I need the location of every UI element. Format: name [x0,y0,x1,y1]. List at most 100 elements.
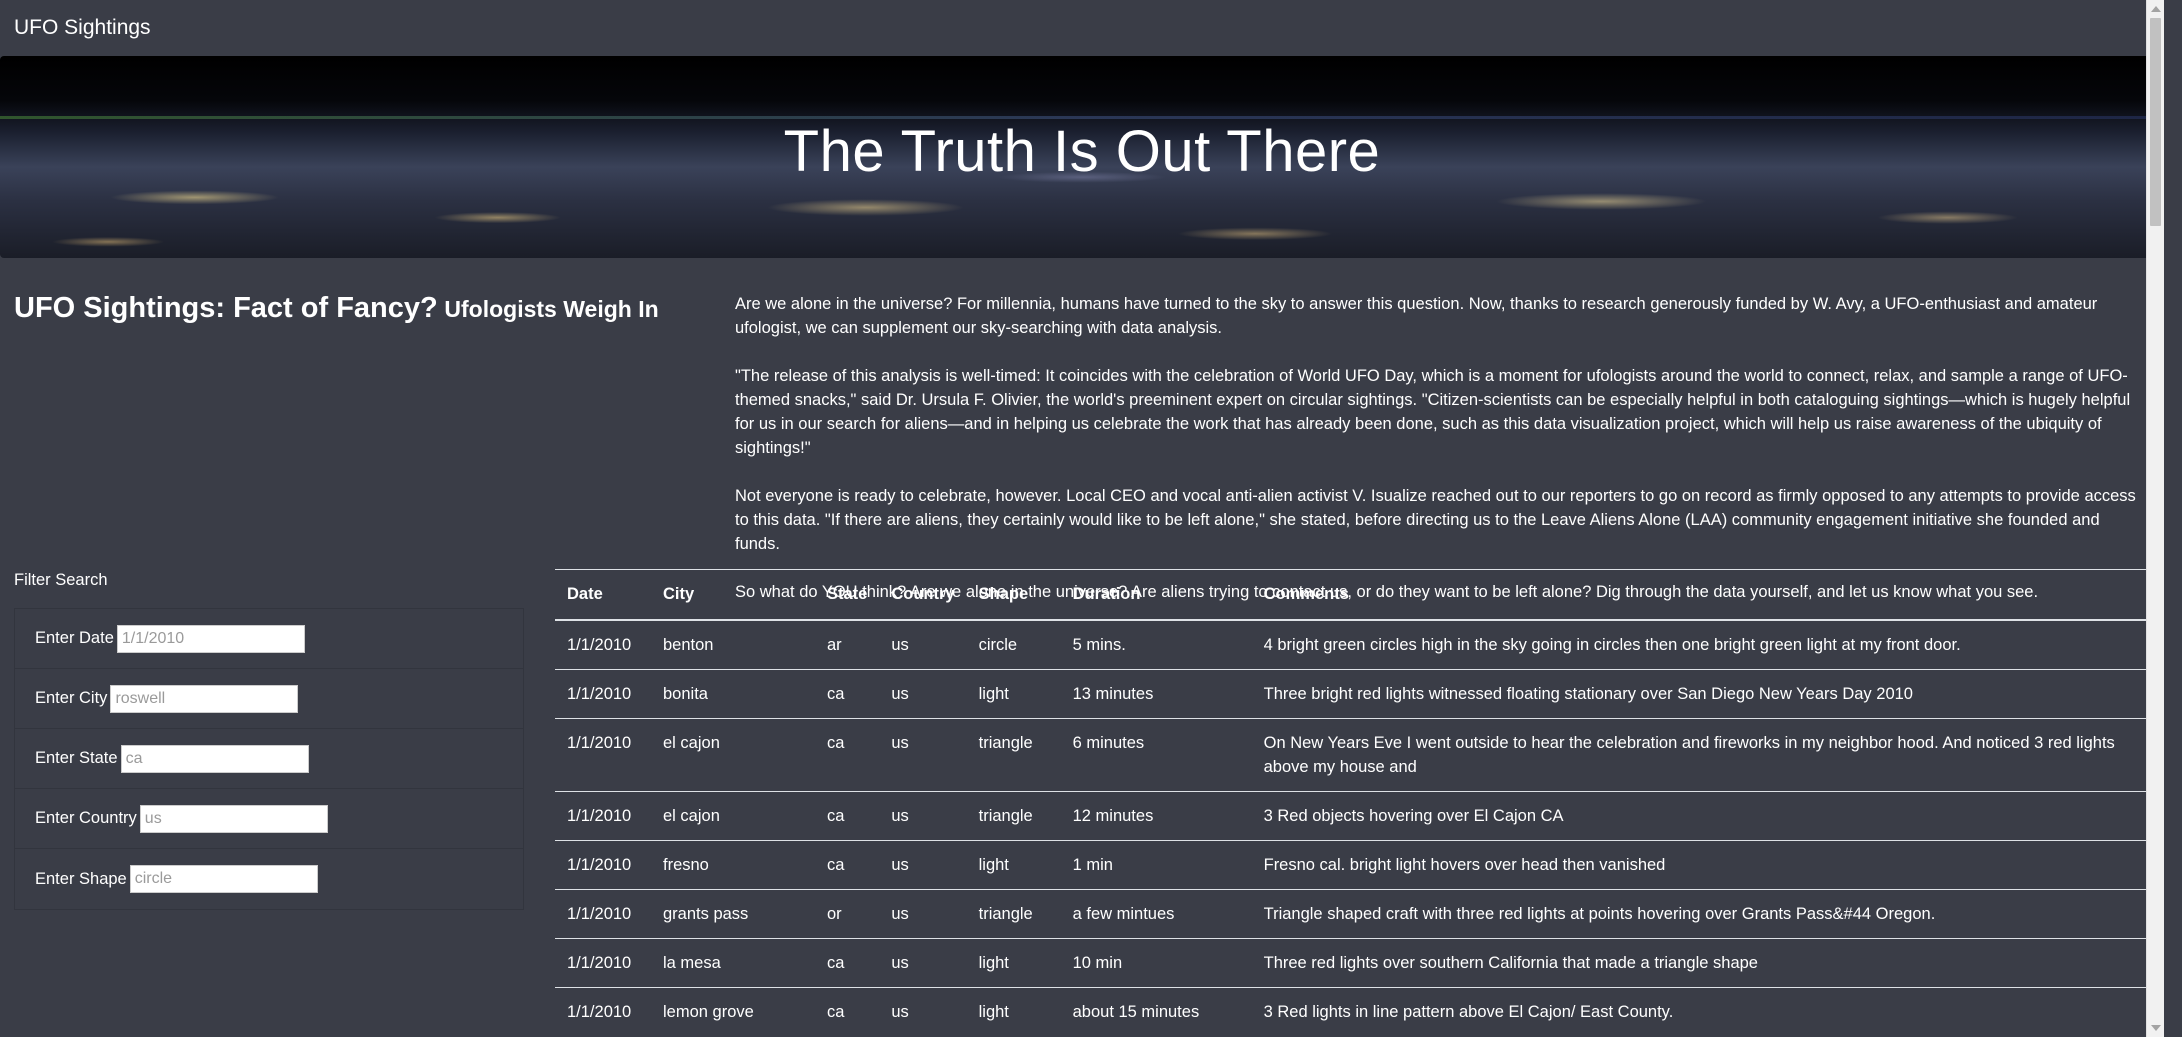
cell-state: ca [815,717,880,791]
column-header-date: Date [555,569,651,621]
cell-comments: Triangle shaped craft with three red lig… [1251,888,2149,938]
table-row: 1/1/2010 bonita ca us light 13 minutes Three b… [555,668,2149,718]
cell-duration: 5 mins. [1060,619,1252,669]
navbar: UFO Sightings [0,0,2164,56]
column-header-duration: Duration [1060,569,1252,621]
column-header-city: City [651,569,815,621]
cell-country: us [879,888,967,938]
cell-state: ca [815,937,880,987]
table-row: 1/1/2010 benton ar us circle 5 mins. 4 bright … [555,619,2149,669]
cell-country: us [879,619,967,669]
country-input[interactable] [139,804,328,833]
filter-search-heading: Filter Search [14,571,108,589]
article-title: UFO Sightings: Fact of Fancy? Ufologists… [14,292,659,325]
cell-duration: 13 minutes [1060,668,1252,718]
filter-date-label: Enter Date [35,629,114,647]
cell-country: us [879,986,967,1036]
cell-comments: 3 Red lights in line pattern above El Ca… [1251,986,2149,1036]
filter-shape-label: Enter Shape [35,869,127,888]
cell-shape: triangle [966,717,1061,791]
table-row: 1/1/2010 el cajon ca us triangle 6 minutes On … [555,717,2149,791]
filter-state-label: Enter State [35,749,118,767]
cell-date: 1/1/2010 [555,668,651,718]
city-input[interactable] [110,684,299,713]
cell-date: 1/1/2010 [555,717,651,791]
cell-comments: On New Years Eve I went outside to hear … [1251,717,2149,791]
table-row: 1/1/2010 grants pass or us triangle a few min… [555,888,2149,938]
article-paragraph: Are we alone in the universe? For millen… [735,295,2098,337]
column-header-country: Country [879,569,967,621]
table-row: 1/1/2010 la mesa ca us light 10 min Three red … [555,937,2149,987]
cell-state: ca [815,790,880,840]
cell-state: ca [815,668,880,718]
state-input[interactable] [120,744,309,773]
cell-state: ca [815,986,880,1036]
table-row: 1/1/2010 lemon grove ca us light about 15 min… [555,986,2149,1036]
article-subtitle: Ufologists Weigh In [444,296,659,322]
cell-date: 1/1/2010 [555,839,651,889]
cell-comments: Three red lights over southern Californi… [1251,937,2149,987]
cell-duration: a few mintues [1060,888,1252,938]
scrollbar-thumb[interactable] [2150,18,2161,226]
cell-comments: 4 bright green circles high in the sky g… [1251,619,2149,669]
cell-country: us [879,839,967,889]
cell-city: el cajon [651,790,815,840]
hero-banner: The Truth Is Out There [0,56,2164,258]
table-row: 1/1/2010 fresno ca us light 1 min Fresno cal. … [555,839,2149,889]
article-paragraph: "The release of this analysis is well-ti… [735,367,2131,457]
cell-comments: Three bright red lights witnessed floati… [1251,668,2149,718]
hero-title: The Truth Is Out There [783,118,1381,184]
cell-shape: light [966,986,1061,1036]
cell-shape: light [966,937,1061,987]
cell-shape: circle [966,619,1061,669]
cell-comments: Fresno cal. bright light hovers over hea… [1251,839,2149,889]
cell-comments: 3 Red objects hovering over El Cajon CA [1251,790,2149,840]
cell-city: el cajon [651,717,815,791]
column-header-state: State [815,569,880,621]
cell-city: fresno [651,839,815,889]
filter-shape: Enter Shape [15,849,523,909]
column-header-shape: Shape [966,569,1061,621]
filter-panel: Enter Date Enter City Enter State Enter … [14,608,524,910]
cell-date: 1/1/2010 [555,986,651,1036]
cell-city: bonita [651,668,815,718]
cell-shape: light [966,668,1061,718]
article-paragraph: Not everyone is ready to celebrate, howe… [735,487,2136,553]
cell-city: grants pass [651,888,815,938]
cell-shape: light [966,839,1061,889]
cell-state: ar [815,619,880,669]
ufo-table: Date City State Country Shape Duration C… [555,569,2149,1036]
cell-date: 1/1/2010 [555,937,651,987]
cell-duration: 6 minutes [1060,717,1252,791]
cell-duration: about 15 minutes [1060,986,1252,1036]
cell-duration: 10 min [1060,937,1252,987]
cell-city: benton [651,619,815,669]
filter-date: Enter Date [15,609,523,669]
cell-city: la mesa [651,937,815,987]
shape-input[interactable] [129,865,318,893]
vertical-scrollbar[interactable] [2146,0,2164,1037]
column-header-comments: Comments [1251,569,2149,621]
navbar-brand-link[interactable]: UFO Sightings [14,16,151,40]
table-row: 1/1/2010 el cajon ca us triangle 12 minutes 3 … [555,790,2149,840]
cell-state: or [815,888,880,938]
table-header: Date City State Country Shape Duration C… [555,569,2149,621]
cell-date: 1/1/2010 [555,888,651,938]
cell-date: 1/1/2010 [555,790,651,840]
scroll-down-arrow-icon[interactable] [2151,1025,2161,1031]
filter-country: Enter Country [15,789,523,849]
filter-state: Enter State [15,729,523,789]
cell-duration: 12 minutes [1060,790,1252,840]
cell-country: us [879,668,967,718]
cell-country: us [879,790,967,840]
cell-date: 1/1/2010 [555,619,651,669]
cell-duration: 1 min [1060,839,1252,889]
date-input[interactable] [116,624,305,653]
cell-shape: triangle [966,888,1061,938]
cell-country: us [879,717,967,791]
filter-country-label: Enter Country [35,809,137,827]
table-body: 1/1/2010 benton ar us circle 5 mins. 4 bright … [555,619,2149,1036]
ufo-table-container: Date City State Country Shape Duration C… [555,569,2149,1036]
scroll-up-arrow-icon[interactable] [2151,6,2161,12]
filter-city: Enter City [15,669,523,729]
